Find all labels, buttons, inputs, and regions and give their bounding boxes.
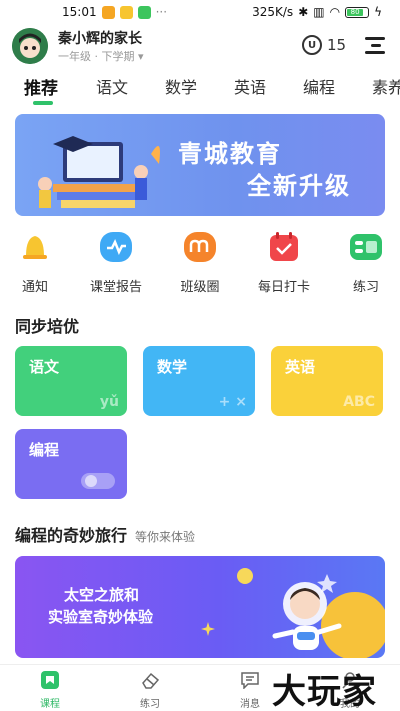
- battery-level: 80: [347, 8, 364, 16]
- coin-icon: U: [302, 35, 322, 55]
- tab-literacy[interactable]: 素养: [372, 74, 400, 98]
- nav-label: 课程: [40, 699, 60, 710]
- tab-recommend[interactable]: 推荐: [24, 74, 58, 99]
- quick-link-practice[interactable]: 练习: [328, 232, 400, 295]
- subject-card-label: 语文: [29, 358, 60, 376]
- charging-icon: ϟ: [374, 5, 382, 19]
- avatar[interactable]: [12, 28, 48, 64]
- network-speed: 325K/s: [252, 5, 294, 19]
- quick-link-class-circle[interactable]: 班级圈: [162, 232, 238, 295]
- grade-selector[interactable]: 一年级 · 下学期 ▾: [58, 48, 144, 64]
- avatar-image: [12, 28, 48, 64]
- subject-card-label: 编程: [29, 441, 60, 459]
- signal-icon: ▥: [313, 5, 325, 19]
- coding-banner[interactable]: 太空之旅和 实验室奇妙体验: [15, 556, 385, 658]
- report-icon: [100, 232, 132, 262]
- astronaut-illustration: [237, 568, 385, 658]
- quick-link-label: 课堂报告: [89, 280, 142, 295]
- more-notifications-icon: ···: [155, 5, 168, 19]
- quick-link-label: 班级圈: [180, 280, 220, 295]
- tab-coding[interactable]: 编程: [303, 74, 335, 98]
- battery-icon: 80: [345, 6, 370, 18]
- status-time: 15:01: [62, 5, 97, 19]
- class-circle-icon: [184, 232, 216, 262]
- quick-link-report[interactable]: 课堂报告: [78, 232, 154, 295]
- subject-card-decoration: ABC: [343, 394, 375, 410]
- nav-course[interactable]: 课程: [20, 671, 80, 710]
- nav-label: 练习: [140, 699, 160, 710]
- user-name[interactable]: 秦小辉的家长: [58, 28, 142, 48]
- subject-card-label: 数学: [157, 358, 188, 376]
- notification-app-icon: [101, 5, 115, 19]
- calendar-check-icon: [270, 232, 298, 261]
- eraser-icon: [142, 672, 160, 689]
- coin-counter[interactable]: U 15: [302, 35, 346, 55]
- nav-practice[interactable]: 练习: [120, 671, 180, 710]
- header: 秦小辉的家长 一年级 · 下学期 ▾ U 15: [0, 26, 400, 66]
- active-tab-indicator: [33, 101, 53, 105]
- subject-card-math[interactable]: 数学 + ×: [143, 346, 255, 416]
- subject-card-coding[interactable]: 编程: [15, 429, 127, 499]
- subject-card-english[interactable]: 英语 ABC: [271, 346, 383, 416]
- bluetooth-icon: ✱: [298, 5, 309, 19]
- quick-link-daily-checkin[interactable]: 每日打卡: [246, 232, 322, 295]
- quick-link-label: 练习: [352, 280, 379, 295]
- toggle-decoration-icon: [81, 473, 115, 489]
- coding-section-subtitle: 等你来体验: [135, 530, 196, 544]
- star-icon: [201, 622, 215, 636]
- status-bar: 15:01 ··· 325K/s ✱ ▥ ◠ 80 ϟ: [0, 0, 400, 24]
- quick-link-label: 每日打卡: [257, 280, 310, 295]
- notification-app-icon: [137, 5, 151, 19]
- coin-count: 15: [327, 36, 347, 54]
- coding-section-heading: 编程的奇妙旅行: [15, 526, 128, 545]
- bell-icon: [23, 236, 47, 259]
- tab-math[interactable]: 数学: [165, 74, 197, 98]
- practice-icon: [350, 234, 382, 260]
- education-illustration: [38, 136, 160, 208]
- tab-english[interactable]: 英语: [234, 74, 266, 98]
- promo-banner[interactable]: 青城教育 全新升级: [15, 114, 385, 216]
- wifi-icon: ◠: [329, 5, 341, 19]
- watermark: 大玩家: [272, 672, 377, 711]
- quick-links: 通知 课堂报告 班级圈 每日打卡 练习: [0, 232, 400, 296]
- banner-title: 青城教育: [178, 140, 282, 168]
- notification-app-icon: [119, 5, 133, 19]
- quick-link-notice[interactable]: 通知: [0, 232, 73, 295]
- menu-icon[interactable]: [364, 35, 386, 55]
- course-icon: [41, 671, 59, 689]
- subject-tabs: 推荐 语文 数学 英语 编程 素养: [0, 74, 400, 108]
- coding-banner-line2: 实验室奇妙体验: [48, 608, 154, 626]
- coding-banner-line1: 太空之旅和: [64, 586, 140, 604]
- nav-label: 消息: [240, 699, 260, 710]
- nav-messages[interactable]: 消息: [220, 671, 280, 710]
- banner-subtitle: 全新升级: [247, 172, 351, 200]
- tab-chinese[interactable]: 语文: [96, 74, 128, 98]
- subject-card-label: 英语: [285, 358, 316, 376]
- subject-card-decoration: + ×: [218, 394, 247, 410]
- subject-card-chinese[interactable]: 语文 yǔ: [15, 346, 127, 416]
- subject-card-decoration: yǔ: [99, 394, 119, 410]
- coding-section-title: 编程的奇妙旅行 等你来体验: [15, 522, 195, 546]
- message-icon: [241, 672, 259, 690]
- quick-link-label: 通知: [21, 280, 48, 295]
- sync-section-title: 同步培优: [15, 317, 80, 336]
